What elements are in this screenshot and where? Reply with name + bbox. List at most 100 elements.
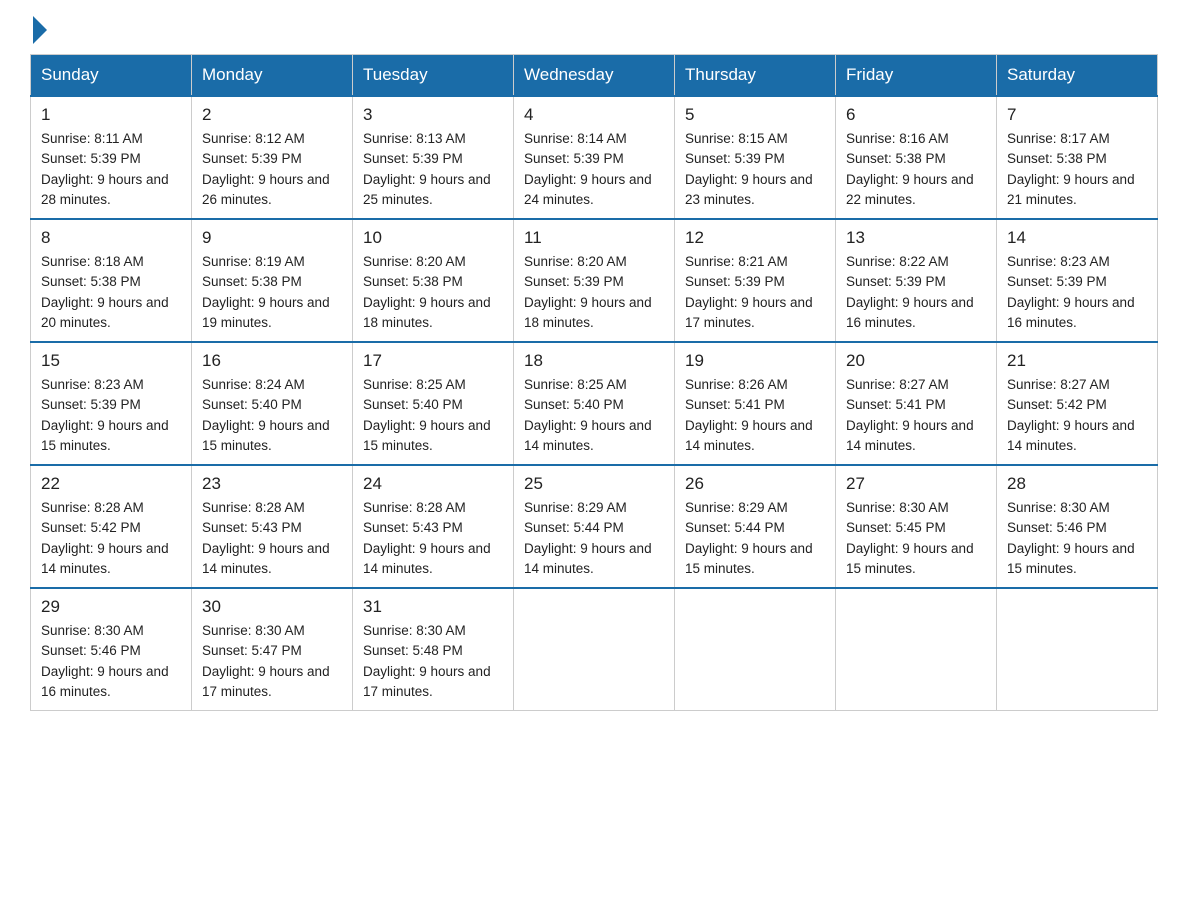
calendar-cell: 19Sunrise: 8:26 AMSunset: 5:41 PMDayligh… — [675, 342, 836, 465]
day-info: Sunrise: 8:28 AMSunset: 5:43 PMDaylight:… — [202, 498, 342, 579]
day-number: 1 — [41, 105, 181, 125]
day-number: 8 — [41, 228, 181, 248]
day-number: 12 — [685, 228, 825, 248]
day-number: 20 — [846, 351, 986, 371]
day-info: Sunrise: 8:26 AMSunset: 5:41 PMDaylight:… — [685, 375, 825, 456]
calendar-cell — [514, 588, 675, 711]
calendar-week-row: 22 Sunrise: 8:28 AMSunset: 5:42 PMDayligh… — [31, 465, 1158, 588]
logo-triangle-icon — [33, 16, 47, 44]
day-info: Sunrise: 8:24 AMSunset: 5:40 PMDaylight:… — [202, 375, 342, 456]
calendar-cell: 5 Sunrise: 8:15 AMSunset: 5:39 PMDaylight… — [675, 96, 836, 219]
day-info: Sunrise: 8:25 AMSunset: 5:40 PMDaylight:… — [363, 375, 503, 456]
day-number: 15 — [41, 351, 181, 371]
calendar-cell: 4 Sunrise: 8:14 AMSunset: 5:39 PMDaylight… — [514, 96, 675, 219]
calendar-cell: 18 Sunrise: 8:25 AMSunset: 5:40 PMDayligh… — [514, 342, 675, 465]
day-info: Sunrise: 8:22 AMSunset: 5:39 PMDaylight:… — [846, 252, 986, 333]
day-number: 14 — [1007, 228, 1147, 248]
day-number: 5 — [685, 105, 825, 125]
calendar-cell: 15Sunrise: 8:23 AMSunset: 5:39 PMDayligh… — [31, 342, 192, 465]
day-info: Sunrise: 8:21 AMSunset: 5:39 PMDaylight:… — [685, 252, 825, 333]
day-number: 29 — [41, 597, 181, 617]
day-info: Sunrise: 8:30 AMSunset: 5:47 PMDaylight:… — [202, 621, 342, 702]
calendar-cell: 27 Sunrise: 8:30 AMSunset: 5:45 PMDayligh… — [836, 465, 997, 588]
day-number: 18 — [524, 351, 664, 371]
calendar-cell: 2 Sunrise: 8:12 AMSunset: 5:39 PMDaylight… — [192, 96, 353, 219]
calendar-cell — [997, 588, 1158, 711]
weekday-header-wednesday: Wednesday — [514, 55, 675, 97]
day-info: Sunrise: 8:28 AMSunset: 5:43 PMDaylight:… — [363, 498, 503, 579]
day-number: 2 — [202, 105, 342, 125]
day-number: 21 — [1007, 351, 1147, 371]
day-number: 22 — [41, 474, 181, 494]
calendar-cell: 21 Sunrise: 8:27 AMSunset: 5:42 PMDayligh… — [997, 342, 1158, 465]
calendar-cell: 14 Sunrise: 8:23 AMSunset: 5:39 PMDayligh… — [997, 219, 1158, 342]
day-number: 3 — [363, 105, 503, 125]
calendar-cell — [675, 588, 836, 711]
calendar-table: SundayMondayTuesdayWednesdayThursdayFrid… — [30, 54, 1158, 711]
calendar-cell: 28Sunrise: 8:30 AMSunset: 5:46 PMDayligh… — [997, 465, 1158, 588]
calendar-cell — [836, 588, 997, 711]
day-number: 30 — [202, 597, 342, 617]
calendar-cell: 10 Sunrise: 8:20 AMSunset: 5:38 PMDayligh… — [353, 219, 514, 342]
day-info: Sunrise: 8:29 AMSunset: 5:44 PMDaylight:… — [685, 498, 825, 579]
day-number: 31 — [363, 597, 503, 617]
day-number: 26 — [685, 474, 825, 494]
calendar-week-row: 29Sunrise: 8:30 AMSunset: 5:46 PMDayligh… — [31, 588, 1158, 711]
day-info: Sunrise: 8:13 AMSunset: 5:39 PMDaylight:… — [363, 129, 503, 210]
day-number: 17 — [363, 351, 503, 371]
day-info: Sunrise: 8:15 AMSunset: 5:39 PMDaylight:… — [685, 129, 825, 210]
weekday-header-thursday: Thursday — [675, 55, 836, 97]
calendar-cell: 26 Sunrise: 8:29 AMSunset: 5:44 PMDayligh… — [675, 465, 836, 588]
day-number: 10 — [363, 228, 503, 248]
day-number: 24 — [363, 474, 503, 494]
day-info: Sunrise: 8:28 AMSunset: 5:42 PMDaylight:… — [41, 498, 181, 579]
calendar-cell: 13 Sunrise: 8:22 AMSunset: 5:39 PMDayligh… — [836, 219, 997, 342]
weekday-header-row: SundayMondayTuesdayWednesdayThursdayFrid… — [31, 55, 1158, 97]
calendar-cell: 30 Sunrise: 8:30 AMSunset: 5:47 PMDayligh… — [192, 588, 353, 711]
weekday-header-friday: Friday — [836, 55, 997, 97]
calendar-week-row: 8 Sunrise: 8:18 AMSunset: 5:38 PMDaylight… — [31, 219, 1158, 342]
day-info: Sunrise: 8:25 AMSunset: 5:40 PMDaylight:… — [524, 375, 664, 456]
calendar-cell: 22 Sunrise: 8:28 AMSunset: 5:42 PMDayligh… — [31, 465, 192, 588]
day-info: Sunrise: 8:14 AMSunset: 5:39 PMDaylight:… — [524, 129, 664, 210]
calendar-cell: 1 Sunrise: 8:11 AMSunset: 5:39 PMDaylight… — [31, 96, 192, 219]
day-info: Sunrise: 8:20 AMSunset: 5:39 PMDaylight:… — [524, 252, 664, 333]
day-info: Sunrise: 8:16 AMSunset: 5:38 PMDaylight:… — [846, 129, 986, 210]
day-number: 16 — [202, 351, 342, 371]
day-number: 23 — [202, 474, 342, 494]
calendar-cell: 29Sunrise: 8:30 AMSunset: 5:46 PMDayligh… — [31, 588, 192, 711]
calendar-cell: 24 Sunrise: 8:28 AMSunset: 5:43 PMDayligh… — [353, 465, 514, 588]
day-number: 27 — [846, 474, 986, 494]
day-info: Sunrise: 8:23 AMSunset: 5:39 PMDaylight:… — [1007, 252, 1147, 333]
day-info: Sunrise: 8:19 AMSunset: 5:38 PMDaylight:… — [202, 252, 342, 333]
day-info: Sunrise: 8:20 AMSunset: 5:38 PMDaylight:… — [363, 252, 503, 333]
calendar-cell: 6Sunrise: 8:16 AMSunset: 5:38 PMDaylight… — [836, 96, 997, 219]
day-info: Sunrise: 8:27 AMSunset: 5:41 PMDaylight:… — [846, 375, 986, 456]
weekday-header-saturday: Saturday — [997, 55, 1158, 97]
calendar-cell: 8 Sunrise: 8:18 AMSunset: 5:38 PMDaylight… — [31, 219, 192, 342]
day-number: 25 — [524, 474, 664, 494]
day-info: Sunrise: 8:27 AMSunset: 5:42 PMDaylight:… — [1007, 375, 1147, 456]
weekday-header-monday: Monday — [192, 55, 353, 97]
day-info: Sunrise: 8:11 AMSunset: 5:39 PMDaylight:… — [41, 129, 181, 210]
day-number: 4 — [524, 105, 664, 125]
day-info: Sunrise: 8:30 AMSunset: 5:45 PMDaylight:… — [846, 498, 986, 579]
calendar-cell: 16 Sunrise: 8:24 AMSunset: 5:40 PMDayligh… — [192, 342, 353, 465]
day-info: Sunrise: 8:29 AMSunset: 5:44 PMDaylight:… — [524, 498, 664, 579]
day-info: Sunrise: 8:18 AMSunset: 5:38 PMDaylight:… — [41, 252, 181, 333]
calendar-cell: 12 Sunrise: 8:21 AMSunset: 5:39 PMDayligh… — [675, 219, 836, 342]
calendar-week-row: 15Sunrise: 8:23 AMSunset: 5:39 PMDayligh… — [31, 342, 1158, 465]
day-info: Sunrise: 8:12 AMSunset: 5:39 PMDaylight:… — [202, 129, 342, 210]
weekday-header-sunday: Sunday — [31, 55, 192, 97]
page-header — [30, 20, 1158, 44]
calendar-cell: 17 Sunrise: 8:25 AMSunset: 5:40 PMDayligh… — [353, 342, 514, 465]
calendar-cell: 11Sunrise: 8:20 AMSunset: 5:39 PMDayligh… — [514, 219, 675, 342]
day-info: Sunrise: 8:17 AMSunset: 5:38 PMDaylight:… — [1007, 129, 1147, 210]
calendar-cell: 9Sunrise: 8:19 AMSunset: 5:38 PMDaylight… — [192, 219, 353, 342]
calendar-cell: 25 Sunrise: 8:29 AMSunset: 5:44 PMDayligh… — [514, 465, 675, 588]
day-number: 28 — [1007, 474, 1147, 494]
weekday-header-tuesday: Tuesday — [353, 55, 514, 97]
calendar-cell: 3 Sunrise: 8:13 AMSunset: 5:39 PMDaylight… — [353, 96, 514, 219]
day-info: Sunrise: 8:30 AMSunset: 5:48 PMDaylight:… — [363, 621, 503, 702]
day-number: 13 — [846, 228, 986, 248]
